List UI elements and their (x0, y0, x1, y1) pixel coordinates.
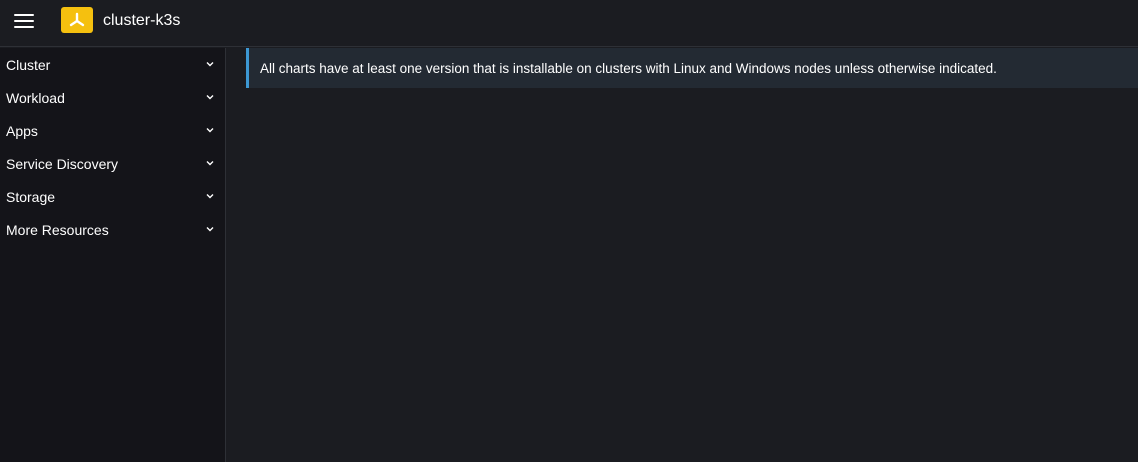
chevron-down-icon (206, 62, 214, 67)
cluster-name[interactable]: cluster-k3s (103, 11, 180, 31)
sidebar-item-label: Service Discovery (6, 155, 119, 172)
rancher-logo-icon (61, 7, 93, 33)
sidebar-item-label: Apps (6, 122, 38, 139)
app-root: cluster-k3s Cluster Workload Apps Servic… (0, 0, 1138, 462)
hamburger-line (14, 20, 34, 22)
chevron-down-icon (206, 161, 214, 166)
chevron-down-icon (206, 227, 214, 232)
sidebar-item-apps[interactable]: Apps (0, 114, 225, 147)
info-banner: All charts have at least one version tha… (246, 48, 1138, 88)
sidebar-item-service-discovery[interactable]: Service Discovery (0, 147, 225, 180)
hamburger-line (14, 14, 34, 16)
sidebar-item-workload[interactable]: Workload (0, 81, 225, 114)
hamburger-menu-icon[interactable] (14, 13, 34, 29)
chevron-down-icon (206, 95, 214, 100)
chevron-down-icon (206, 128, 214, 133)
top-header: cluster-k3s (0, 0, 1138, 47)
sidebar-item-label: Storage (6, 188, 56, 205)
sidebar-item-cluster[interactable]: Cluster (0, 48, 225, 81)
sidebar-item-label: More Resources (6, 221, 109, 238)
sidebar-item-more-resources[interactable]: More Resources (0, 213, 225, 246)
main-content: All charts have at least one version tha… (226, 48, 1138, 462)
chevron-down-icon (206, 194, 214, 199)
sidebar-item-storage[interactable]: Storage (0, 180, 225, 213)
hamburger-line (14, 26, 34, 28)
sidebar-nav: Cluster Workload Apps Service Discovery … (0, 48, 226, 462)
sidebar-item-label: Cluster (6, 56, 51, 73)
info-banner-text: All charts have at least one version tha… (260, 60, 997, 76)
sidebar-item-label: Workload (6, 89, 65, 106)
